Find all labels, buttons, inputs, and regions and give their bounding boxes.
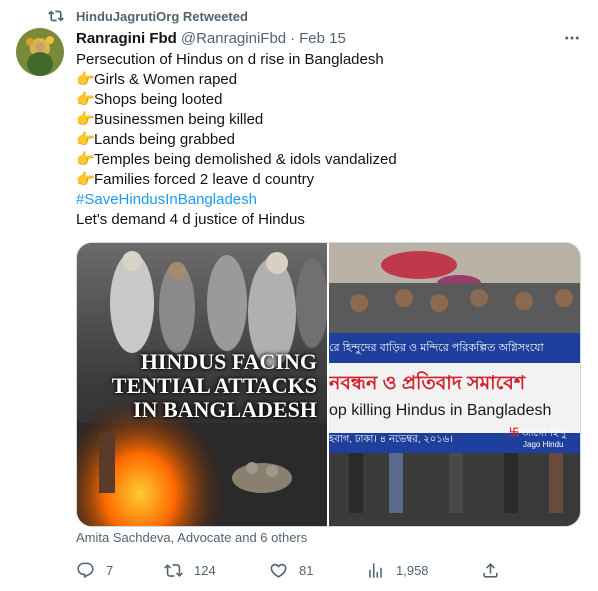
retweet-icon: [48, 8, 64, 24]
hashtag-link[interactable]: #SaveHindusInBangladesh: [76, 190, 581, 210]
author-name[interactable]: Ranragini Fbd: [76, 30, 177, 47]
pointing-hand-icon: 👉: [76, 71, 95, 88]
tweet-date[interactable]: Feb 15: [299, 30, 346, 47]
tweet-header: Ranragini Fbd @RanraginiFbd · Feb 15: [76, 28, 582, 48]
retweet-count: 124: [194, 562, 216, 578]
more-icon[interactable]: [562, 28, 582, 48]
pointing-hand-icon: 👉: [76, 91, 95, 108]
tweet-text: Persecution of Hindus on d rise in Bangl…: [76, 50, 581, 230]
views-count: 1,958: [396, 562, 429, 578]
separator-dot: ·: [290, 29, 296, 47]
tweet[interactable]: HinduJagrutiOrg Retweeted Ranragini Fbd …: [0, 0, 598, 591]
like-count: 81: [299, 562, 314, 578]
media-grid: [76, 242, 581, 527]
tweet-line: 👉Girls & Women raped: [76, 71, 238, 88]
like-button[interactable]: 81: [269, 561, 313, 580]
tweet-line: 👉Lands being grabbed: [76, 131, 235, 148]
pointing-hand-icon: 👉: [76, 151, 95, 168]
photo-protest-banner[interactable]: [329, 243, 580, 526]
tweet-line: 👉Businessmen being killed: [76, 111, 264, 128]
views-icon: [369, 562, 382, 578]
reply-icon: [77, 562, 94, 578]
pointing-hand-icon: 👉: [76, 111, 95, 128]
share-button[interactable]: [481, 561, 511, 580]
author-handle[interactable]: @RanraginiFbd: [181, 30, 286, 47]
social-context[interactable]: HinduJagrutiOrg Retweeted: [48, 6, 248, 26]
tweet-line: Let's demand 4 d justice of Hindus: [76, 211, 305, 228]
retweet-icon: [164, 563, 183, 577]
views-button[interactable]: 1,958: [366, 561, 429, 580]
action-bar: 7 124 81 1,958: [76, 558, 506, 582]
reply-count: 7: [106, 562, 114, 578]
tweet-line: Persecution of Hindus on d rise in Bangl…: [76, 51, 384, 68]
pointing-hand-icon: 👉: [76, 131, 95, 148]
liked-by-text[interactable]: Amita Sachdeva, Advocate and 6 others: [76, 530, 307, 545]
avatar[interactable]: [16, 28, 64, 76]
tweet-line: 👉Temples being demolished & idols vandal…: [76, 151, 397, 168]
social-context-text: HinduJagrutiOrg Retweeted: [76, 8, 248, 24]
tweet-line: 👉Shops being looted: [76, 91, 223, 108]
photo-hindus-facing-attacks[interactable]: [77, 243, 327, 526]
retweet-button[interactable]: 124: [164, 561, 216, 580]
pointing-hand-icon: 👉: [76, 171, 95, 188]
reply-button[interactable]: 7: [76, 561, 113, 580]
share-icon: [483, 562, 498, 578]
tweet-line: 👉Families forced 2 leave d country: [76, 171, 315, 188]
like-icon: [270, 563, 287, 578]
